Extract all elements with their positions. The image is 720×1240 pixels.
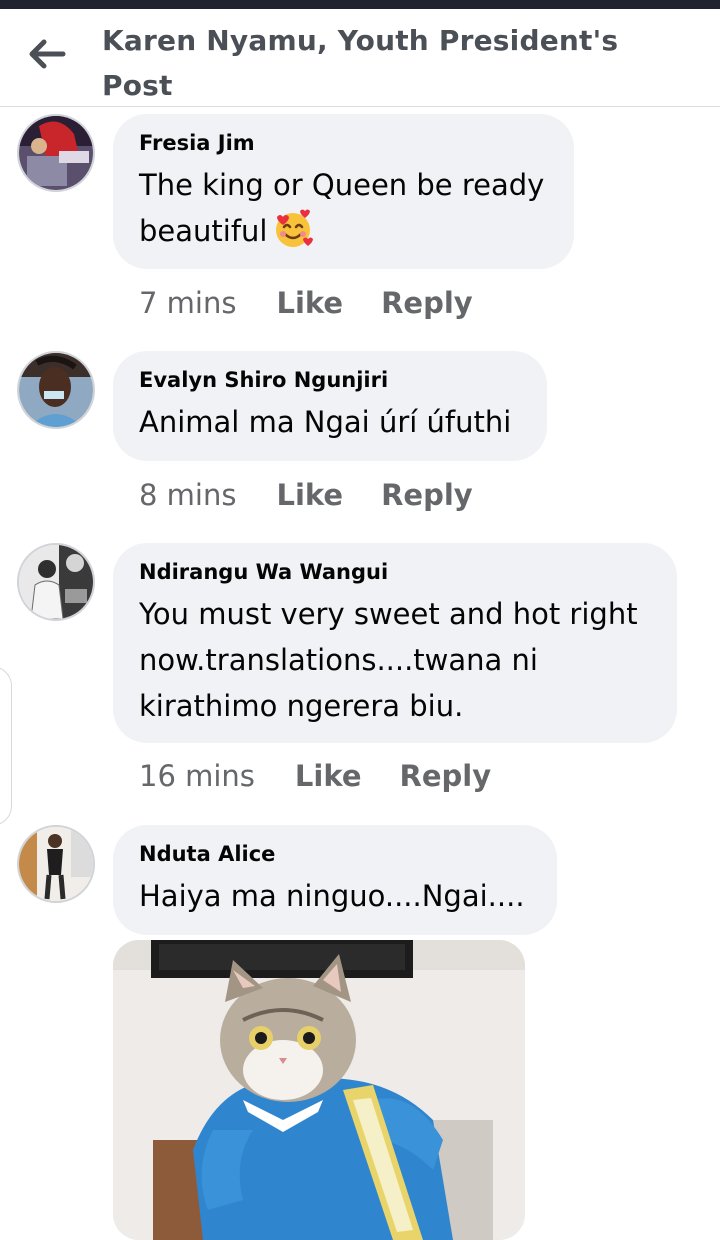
comment-text-content: The king or Queen be ready beautiful bbox=[139, 168, 545, 248]
comment-actions: 8 mins Like Reply bbox=[139, 478, 473, 512]
edge-handle[interactable] bbox=[0, 666, 12, 826]
reply-button[interactable]: Reply bbox=[400, 759, 492, 793]
comment-time: 16 mins bbox=[139, 759, 255, 793]
comment-actions: 16 mins Like Reply bbox=[139, 759, 491, 793]
avatar[interactable] bbox=[17, 543, 95, 621]
status-bar bbox=[0, 0, 720, 9]
comment-bubble: Evalyn Shiro Ngunjiri Animal ma Ngai úrí… bbox=[113, 351, 547, 461]
avatar[interactable] bbox=[17, 114, 95, 192]
post-header: Karen Nyamu, Youth President's Post bbox=[0, 9, 720, 107]
comment-author[interactable]: Fresia Jim bbox=[139, 128, 548, 158]
comment-author[interactable]: Nduta Alice bbox=[139, 839, 531, 869]
comment-author[interactable]: Ndirangu Wa Wangui bbox=[139, 557, 651, 587]
comment-text: Animal ma Ngai úrí úfuthi bbox=[139, 405, 512, 439]
comment-time: 7 mins bbox=[139, 286, 237, 320]
reply-button[interactable]: Reply bbox=[381, 286, 473, 320]
comment-time: 8 mins bbox=[139, 478, 237, 512]
page-title: Karen Nyamu, Youth President's Post bbox=[102, 24, 619, 102]
back-arrow-icon bbox=[29, 39, 66, 69]
avatar[interactable] bbox=[17, 825, 95, 903]
cat-in-costume-photo[interactable] bbox=[113, 940, 525, 1240]
like-button[interactable]: Like bbox=[295, 759, 362, 793]
comment-author[interactable]: Evalyn Shiro Ngunjiri bbox=[139, 365, 521, 395]
like-button[interactable]: Like bbox=[276, 286, 343, 320]
like-button[interactable]: Like bbox=[276, 478, 343, 512]
comment-bubble: Fresia Jim The king or Queen be ready be… bbox=[113, 114, 574, 269]
comment-bubble: Nduta Alice Haiya ma ninguo....Ngai.... bbox=[113, 825, 557, 935]
avatar[interactable] bbox=[17, 351, 95, 429]
comment-bubble: Ndirangu Wa Wangui You must very sweet a… bbox=[113, 543, 677, 743]
comment-text: You must very sweet and hot right now.tr… bbox=[139, 597, 638, 723]
back-button[interactable] bbox=[22, 31, 72, 77]
comment-text: The king or Queen be ready beautiful bbox=[139, 162, 548, 254]
comment-text: Haiya ma ninguo....Ngai.... bbox=[139, 879, 525, 913]
smiling-face-with-hearts-icon bbox=[273, 209, 314, 249]
comment-actions: 7 mins Like Reply bbox=[139, 286, 473, 320]
reply-button[interactable]: Reply bbox=[381, 478, 473, 512]
